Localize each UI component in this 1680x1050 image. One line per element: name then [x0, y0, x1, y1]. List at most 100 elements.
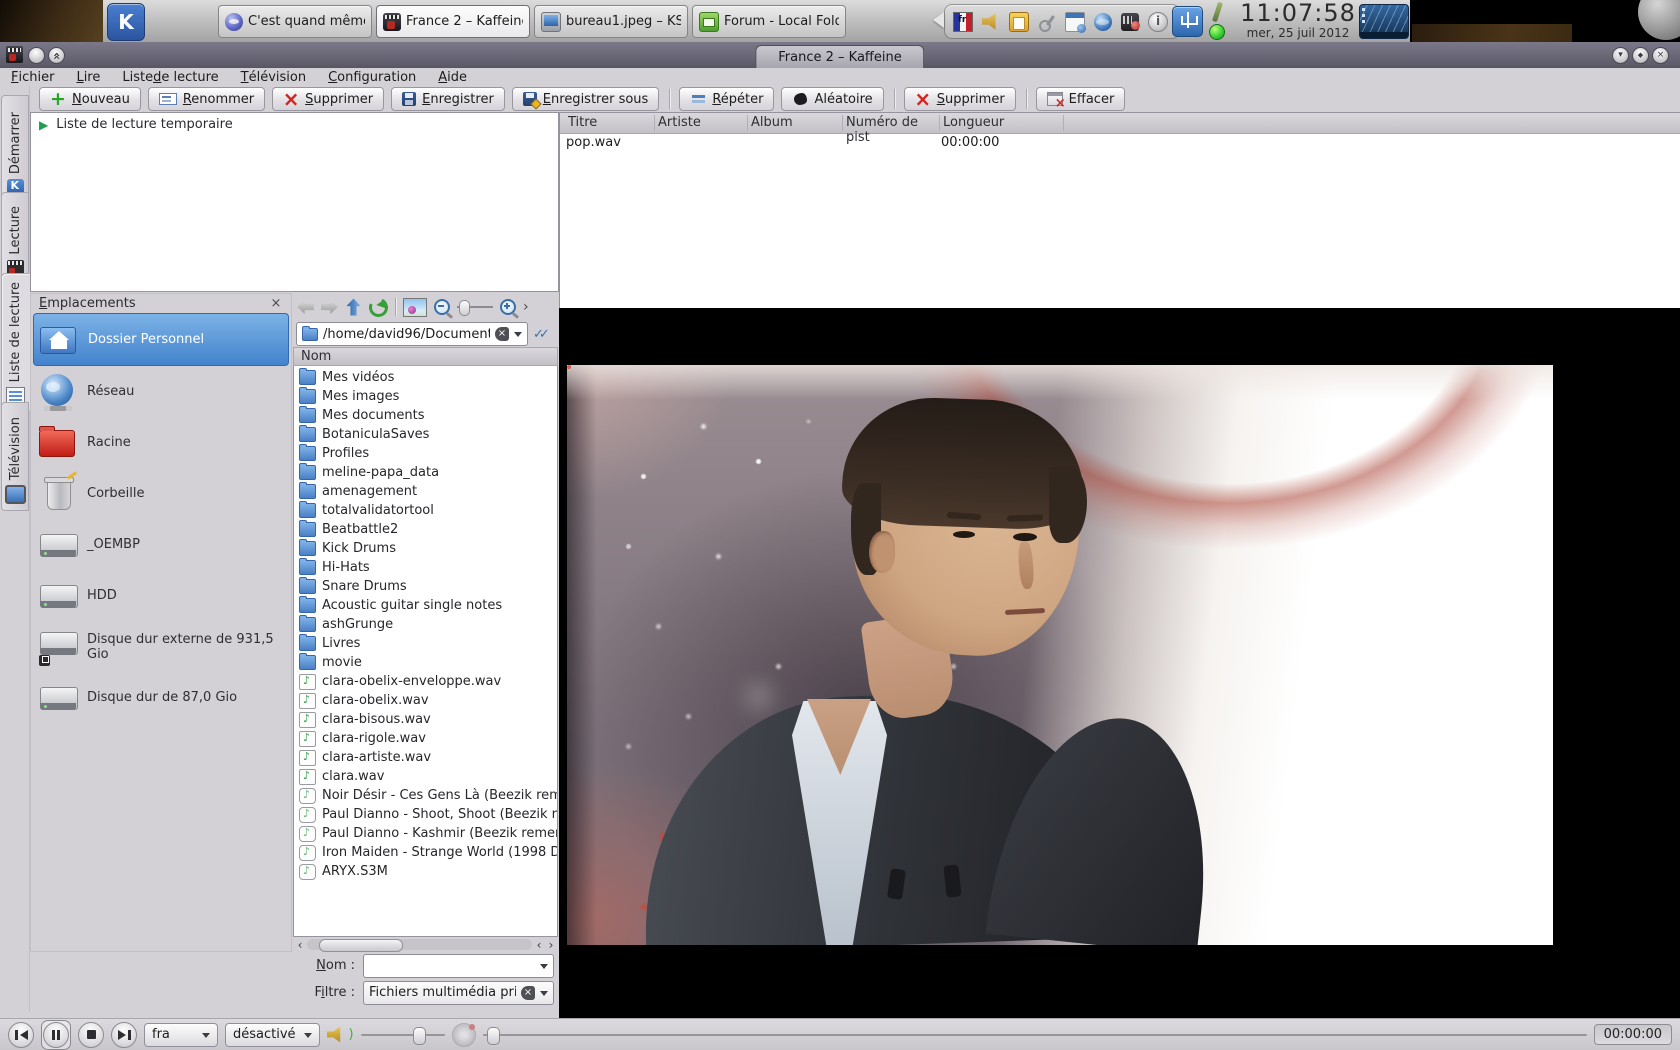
chevron-down-icon[interactable] — [540, 991, 548, 1000]
volume-slider[interactable] — [361, 1024, 445, 1046]
file-item[interactable]: Mes vidéos — [294, 368, 557, 387]
column-header[interactable]: Numéro de pist — [844, 115, 940, 131]
path-combobox[interactable]: /home/david96/Documents/ × — [296, 322, 528, 346]
file-item[interactable]: Snare Drums — [294, 577, 557, 596]
file-item[interactable]: clara-obelix.wav — [294, 691, 557, 710]
taskbar-entry[interactable]: bureau1.jpeg – KSnap — [534, 5, 688, 38]
clear-filter-icon[interactable]: × — [521, 986, 535, 1000]
taskbar-entry[interactable]: C'est quand même m — [218, 5, 372, 38]
menu-item[interactable]: Aide — [427, 68, 478, 86]
menu-item[interactable]: Configuration — [317, 68, 427, 86]
stop-button[interactable] — [78, 1022, 104, 1048]
toolbar-button[interactable]: Enregistrer sous — [512, 87, 660, 111]
tray-icon[interactable] — [1009, 12, 1029, 32]
bookmark-check-icon[interactable]: ✓✓ — [533, 327, 555, 342]
subtitle-combobox[interactable]: désactivé — [225, 1023, 320, 1047]
file-item[interactable]: ashGrunge — [294, 615, 557, 634]
pause-button[interactable] — [43, 1022, 69, 1048]
column-header[interactable]: Album — [749, 115, 843, 131]
scrollbar-track[interactable] — [307, 939, 532, 950]
scrollbar-thumb[interactable] — [319, 939, 403, 952]
toolbar-button[interactable]: Renommer — [148, 87, 265, 111]
sidebar-tab[interactable]: Liste de lecture — [1, 273, 30, 411]
file-item[interactable]: Profiles — [294, 444, 557, 463]
shade-button[interactable]: « — [48, 47, 65, 64]
places-item[interactable]: Dossier Personnel — [33, 313, 289, 366]
zoom-out-icon[interactable] — [434, 299, 450, 315]
tray-icon[interactable] — [1148, 12, 1168, 32]
kaffeine-app-icon[interactable] — [6, 46, 23, 63]
up-icon[interactable] — [347, 299, 361, 316]
chevron-down-icon[interactable] — [540, 964, 548, 973]
volume-icon[interactable] — [327, 1026, 346, 1043]
column-header[interactable]: Artiste — [656, 115, 748, 131]
tray-icon[interactable] — [982, 13, 1000, 31]
file-item[interactable]: clara-artiste.wav — [294, 748, 557, 767]
toolbar-button[interactable]: Aléatoire — [781, 87, 883, 111]
horizontal-scrollbar[interactable]: ‹ ‹ › — [293, 937, 558, 952]
places-item[interactable]: Corbeille — [33, 468, 289, 519]
tray-icon[interactable] — [1094, 13, 1112, 31]
clear-path-icon[interactable]: × — [495, 327, 509, 341]
filter-combobox[interactable]: Fichiers multimédia pris en charge × — [363, 981, 554, 1005]
tray-icon[interactable] — [1121, 13, 1139, 31]
track-row[interactable]: pop.wav 00:00:00 — [560, 134, 1680, 152]
audio-track-combobox[interactable]: fra — [144, 1023, 218, 1047]
reload-icon[interactable] — [366, 295, 390, 319]
video-area[interactable] — [559, 308, 1680, 1018]
menu-item[interactable]: Télévision — [230, 68, 317, 86]
digital-clock[interactable]: 11:07:58 mer, 25 juil 2012 — [1238, 0, 1358, 40]
seek-slider-handle[interactable] — [487, 1027, 500, 1045]
sidebar-tab[interactable]: Démarrer — [1, 95, 29, 201]
file-item[interactable]: Mes images — [294, 387, 557, 406]
file-item[interactable]: Beatbattle2 — [294, 520, 557, 539]
places-item[interactable]: _OEMBP — [33, 519, 289, 570]
menu-item[interactable]: Fichier — [0, 68, 65, 86]
seek-slider[interactable] — [483, 1024, 1587, 1046]
file-item[interactable]: totalvalidatortool — [294, 501, 557, 520]
tray-collapse-icon[interactable] — [925, 12, 944, 28]
scroll-left-icon[interactable]: ‹ — [534, 940, 544, 950]
places-item[interactable]: Racine — [33, 417, 289, 468]
file-item[interactable]: Mes documents — [294, 406, 557, 425]
previous-button[interactable] — [8, 1022, 34, 1048]
tray-icon[interactable] — [953, 12, 973, 32]
toolbar-overflow-icon[interactable]: › — [523, 302, 529, 312]
titlebar-menu-button[interactable] — [28, 47, 45, 64]
plasma-cashew[interactable] — [1638, 0, 1680, 40]
toolbar-button[interactable]: Enregistrer — [391, 87, 505, 111]
icon-size-slider[interactable] — [457, 299, 493, 315]
kmenu-button[interactable]: K — [107, 3, 145, 41]
zoom-in-icon[interactable] — [500, 299, 516, 315]
name-input[interactable] — [363, 954, 554, 978]
next-button[interactable] — [111, 1022, 137, 1048]
menu-item[interactable]: Liste de lecture — [111, 68, 229, 86]
volume-slider-handle[interactable] — [413, 1027, 426, 1045]
desktop-pager[interactable] — [1359, 4, 1409, 39]
file-item[interactable]: Hi-Hats — [294, 558, 557, 577]
file-item[interactable]: Kick Drums — [294, 539, 557, 558]
sidebar-tab[interactable]: Télévision — [1, 402, 29, 511]
scroll-right-icon[interactable]: › — [546, 940, 556, 950]
scroll-left-icon[interactable]: ‹ — [295, 940, 305, 950]
tray-icon[interactable] — [1038, 13, 1056, 31]
places-item[interactable]: HDD — [33, 570, 289, 621]
toolbar-button[interactable]: Supprimer — [904, 87, 1016, 111]
file-item[interactable]: Paul Dianno - Kashmir (Beezik remercie C… — [294, 824, 557, 843]
preview-icon[interactable] — [403, 298, 427, 317]
places-item[interactable]: Réseau — [33, 366, 289, 417]
status-green-dot[interactable] — [1209, 24, 1225, 40]
toolbar-button[interactable]: Effacer — [1036, 87, 1126, 111]
forward-icon[interactable] — [321, 300, 338, 314]
places-item[interactable]: Disque dur externe de 931,5 Gio — [33, 621, 289, 672]
file-item[interactable]: Noir Désir - Ces Gens Là (Beezik remerci… — [294, 786, 557, 805]
maximize-button[interactable]: ◆ — [1632, 47, 1649, 64]
toolbar-button[interactable]: Supprimer — [272, 87, 384, 111]
column-header[interactable]: Longueur — [941, 115, 1064, 131]
playlist-current-row[interactable]: ▶ Liste de lecture temporaire — [31, 113, 558, 136]
file-item[interactable]: Paul Dianno - Shoot, Shoot (Beezik remer — [294, 805, 557, 824]
file-item[interactable]: Iron Maiden - Strange World (1998 Digita… — [294, 843, 557, 862]
back-icon[interactable] — [297, 300, 314, 314]
tray-icon[interactable] — [1065, 12, 1085, 32]
file-item[interactable]: meline-papa_data — [294, 463, 557, 482]
